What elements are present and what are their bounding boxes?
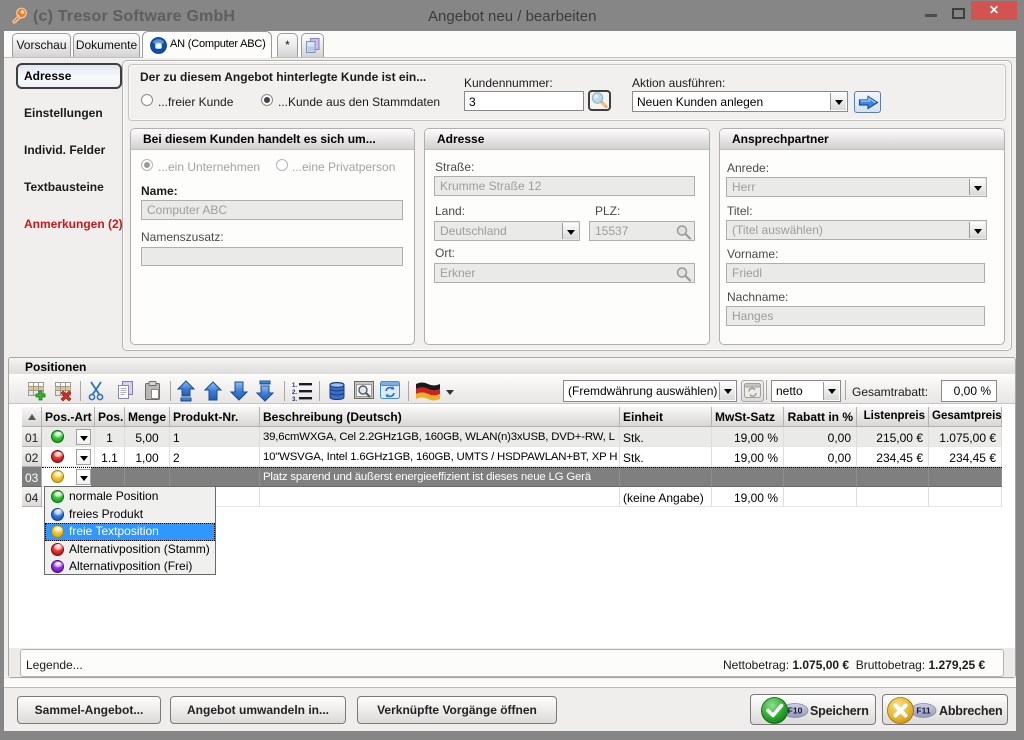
svg-text:1.: 1. bbox=[292, 383, 297, 389]
svg-text:3.: 3. bbox=[292, 397, 297, 403]
svg-text:2.: 2. bbox=[292, 390, 297, 396]
svg-text:F11: F11 bbox=[916, 706, 930, 716]
svg-text:F10: F10 bbox=[788, 706, 803, 716]
